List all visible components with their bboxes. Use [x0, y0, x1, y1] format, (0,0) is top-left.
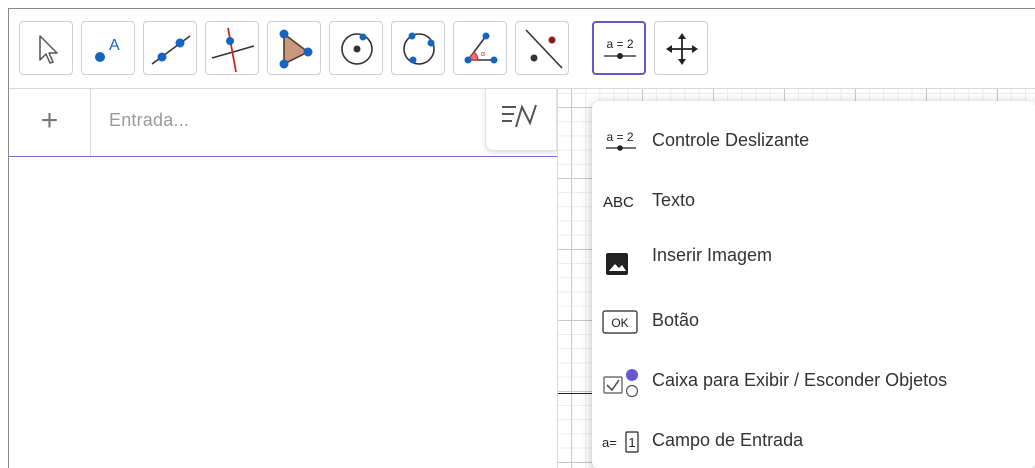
- menu-item-image[interactable]: Inserir Imagem: [592, 233, 1035, 289]
- circle-center-icon: [341, 33, 373, 65]
- tool-submenu: a = 2 Controle Deslizante ABC Texto Inse…: [592, 101, 1035, 468]
- algebra-input-row: + Entrada...: [9, 89, 557, 157]
- algebra-graphics-toggle-icon: [502, 104, 537, 128]
- menu-item-checkbox[interactable]: Caixa para Exibir / Esconder Objetos: [592, 353, 1035, 409]
- menu-item-label: Inserir Imagem: [652, 245, 773, 265]
- circle-three-points-icon: [403, 32, 435, 65]
- move-tool-button[interactable]: [19, 21, 73, 75]
- line-tool-button[interactable]: [143, 21, 197, 75]
- menu-item-input-box[interactable]: a= 1 Campo de Entrada: [592, 413, 1035, 468]
- menu-item-label: Caixa para Exibir / Esconder Objetos: [652, 370, 948, 390]
- reflect-tool-button[interactable]: [515, 21, 569, 75]
- menu-item-label: Controle Deslizante: [652, 130, 810, 150]
- cursor-arrow-icon: [39, 35, 58, 64]
- input-box-icon-text: a=: [602, 435, 617, 450]
- toolbar: A α a = 2: [9, 9, 1035, 89]
- algebra-view: + Entrada...: [9, 89, 557, 468]
- slider-menu-icon-text: a = 2: [606, 130, 633, 144]
- text-menu-icon-text: ABC: [603, 194, 634, 211]
- input-box-icon-value: 1: [628, 435, 635, 450]
- point-icon: A: [95, 37, 120, 62]
- button-icon: OK: [602, 310, 638, 334]
- menu-item-label: Texto: [652, 190, 696, 210]
- slider-tool-button[interactable]: a = 2: [592, 21, 646, 75]
- polygon-icon: [279, 29, 313, 69]
- geogebra-window: A α a = 2 + Entrada... a = 2 Controle De…: [8, 8, 1035, 468]
- perpendicular-line-icon: [211, 27, 255, 73]
- text-icon: ABC: [603, 194, 634, 211]
- angle-icon: α: [464, 32, 498, 64]
- menu-item-text[interactable]: ABC Texto: [592, 173, 1035, 229]
- svg-text:α: α: [481, 51, 485, 58]
- menu-item-label: Campo de Entrada: [652, 430, 804, 450]
- add-item-button[interactable]: +: [9, 89, 91, 156]
- move-graphics-view-tool-button[interactable]: [654, 21, 708, 75]
- line-icon: [151, 35, 191, 65]
- point-icon-letter: A: [109, 37, 120, 54]
- menu-item-label: Botão: [652, 310, 700, 330]
- perpendicular-line-tool-button[interactable]: [205, 21, 259, 75]
- algebra-view-menu-button[interactable]: [485, 89, 557, 151]
- reflect-point-icon: [525, 29, 563, 69]
- menu-item-slider[interactable]: a = 2 Controle Deslizante: [592, 113, 1035, 169]
- move-arrows-icon: [666, 33, 698, 65]
- slider-icon: a = 2: [606, 130, 636, 151]
- button-menu-icon-text: OK: [611, 316, 628, 330]
- algebra-input[interactable]: Entrada...: [109, 110, 189, 131]
- slider-icon-text: a = 2: [606, 37, 633, 51]
- input-box-icon: a= 1: [602, 431, 639, 453]
- menu-item-button[interactable]: OK Botão: [592, 293, 1035, 349]
- angle-tool-button[interactable]: α: [453, 21, 507, 75]
- circle-three-points-tool-button[interactable]: [391, 21, 445, 75]
- point-tool-button[interactable]: A: [81, 21, 135, 75]
- slider-icon: a = 2: [604, 37, 636, 59]
- circle-center-tool-button[interactable]: [329, 21, 383, 75]
- image-icon: [606, 253, 628, 275]
- polygon-tool-button[interactable]: [267, 21, 321, 75]
- checkbox-icon: [603, 369, 639, 397]
